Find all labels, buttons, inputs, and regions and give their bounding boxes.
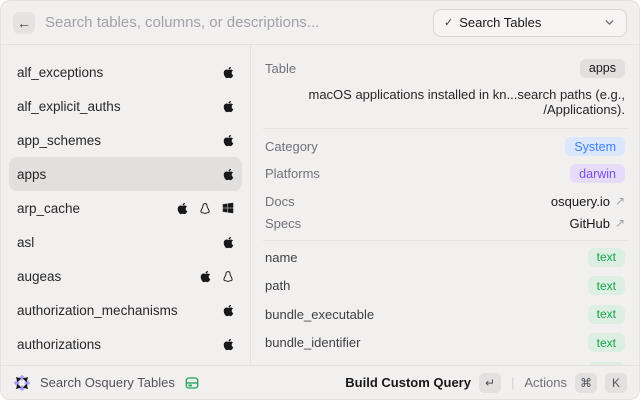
- external-link-icon: ↗: [615, 194, 625, 208]
- search-input[interactable]: [45, 14, 423, 31]
- linux-icon: [222, 270, 234, 283]
- divider: |: [509, 375, 516, 390]
- table-list-item[interactable]: authorization_mechanisms: [9, 293, 242, 327]
- specs-label: Specs: [265, 216, 301, 231]
- table-name-label: alf_exceptions: [17, 65, 223, 80]
- table-list-item[interactable]: app_schemes: [9, 123, 242, 157]
- column-type-badge: text: [588, 248, 625, 267]
- table-field-label: Table: [265, 61, 296, 76]
- k-key-badge: K: [605, 373, 627, 393]
- table-name-label: app_schemes: [17, 133, 223, 148]
- table-description: macOS applications installed in kn...sea…: [265, 83, 625, 128]
- back-button[interactable]: ←: [13, 12, 35, 34]
- table-name-label: apps: [17, 167, 223, 182]
- column-type-badge: text: [588, 333, 625, 352]
- platforms-label: Platforms: [265, 166, 320, 181]
- category-label: Category: [265, 139, 318, 154]
- table-list-item[interactable]: alf_exceptions: [9, 55, 242, 89]
- enter-key-badge: ↵: [479, 373, 501, 393]
- platform-icons: [177, 202, 234, 215]
- footer: Search Osquery Tables Build Custom Query…: [1, 365, 639, 399]
- column-name: path: [265, 278, 290, 293]
- divider: [263, 128, 627, 129]
- apple-icon: [223, 168, 234, 181]
- column-row[interactable]: name text: [265, 243, 625, 272]
- platform-icons: [223, 236, 234, 249]
- apple-icon: [177, 202, 188, 215]
- platform-icons: [223, 168, 234, 181]
- table-name-label: augeas: [17, 269, 200, 284]
- apple-icon: [223, 304, 234, 317]
- platform-icons: [223, 100, 234, 113]
- platform-icons: [223, 304, 234, 317]
- column-row[interactable]: bundle_identifier text: [265, 329, 625, 358]
- header: ← ✓ Search Tables: [1, 1, 639, 45]
- app-logo-icon: [13, 374, 31, 392]
- platform-icons: [200, 270, 234, 283]
- table-list-item[interactable]: augeas: [9, 259, 242, 293]
- apple-icon: [223, 134, 234, 147]
- table-name-label: authorizations: [17, 337, 223, 352]
- table-icon[interactable]: [184, 375, 200, 391]
- docs-label: Docs: [265, 194, 295, 209]
- column-type-badge: text: [588, 276, 625, 295]
- apple-icon: [223, 66, 234, 79]
- table-name-badge: apps: [580, 59, 625, 78]
- scope-label: Search Tables: [459, 15, 597, 30]
- platform-icons: [223, 66, 234, 79]
- search-tables-modal: ← ✓ Search Tables alf_exceptions alf_exp…: [0, 0, 640, 400]
- table-list-item[interactable]: apps: [9, 157, 242, 191]
- platform-icons: [223, 134, 234, 147]
- table-list-item[interactable]: alf_explicit_auths: [9, 89, 242, 123]
- table-list-item[interactable]: arp_cache: [9, 191, 242, 225]
- table-name-label: asl: [17, 235, 223, 250]
- column-row[interactable]: path text: [265, 272, 625, 301]
- table-list-item[interactable]: asl: [9, 225, 242, 259]
- column-row[interactable]: bundle_executable text: [265, 300, 625, 329]
- windows-icon: [222, 202, 234, 214]
- checkmark-icon: ✓: [444, 16, 453, 29]
- specs-link-text: GitHub: [569, 216, 609, 231]
- column-type-badge: text: [588, 305, 625, 324]
- column-name: name: [265, 250, 298, 265]
- table-name-label: authorization_mechanisms: [17, 303, 223, 318]
- actions-button[interactable]: Actions: [524, 375, 567, 390]
- external-link-icon: ↗: [615, 216, 625, 230]
- platform-badge: darwin: [570, 164, 625, 183]
- docs-link[interactable]: osquery.io ↗: [551, 194, 625, 209]
- linux-icon: [199, 202, 211, 215]
- apple-icon: [223, 236, 234, 249]
- column-name: bundle_identifier: [265, 335, 360, 350]
- chevron-down-icon: [603, 16, 616, 29]
- specs-link[interactable]: GitHub ↗: [569, 216, 625, 231]
- back-arrow-icon: ←: [17, 15, 31, 31]
- search-scope-dropdown[interactable]: ✓ Search Tables: [433, 9, 627, 37]
- apple-icon: [223, 100, 234, 113]
- build-custom-query-button[interactable]: Build Custom Query: [345, 375, 471, 390]
- cmd-key-badge: ⌘: [575, 373, 597, 393]
- main-area: alf_exceptions alf_explicit_auths app_sc…: [1, 45, 639, 399]
- apple-icon: [223, 338, 234, 351]
- column-name: bundle_executable: [265, 307, 374, 322]
- platform-icons: [223, 338, 234, 351]
- docs-link-text: osquery.io: [551, 194, 610, 209]
- table-list-item[interactable]: authorizations: [9, 327, 242, 361]
- category-badge: System: [565, 137, 625, 156]
- table-details-pane: Table apps macOS applications installed …: [251, 45, 639, 399]
- app-name-label: Search Osquery Tables: [40, 375, 175, 390]
- apple-icon: [200, 270, 211, 283]
- table-list: alf_exceptions alf_explicit_auths app_sc…: [1, 45, 251, 399]
- table-name-label: alf_explicit_auths: [17, 99, 223, 114]
- table-name-label: arp_cache: [17, 201, 177, 216]
